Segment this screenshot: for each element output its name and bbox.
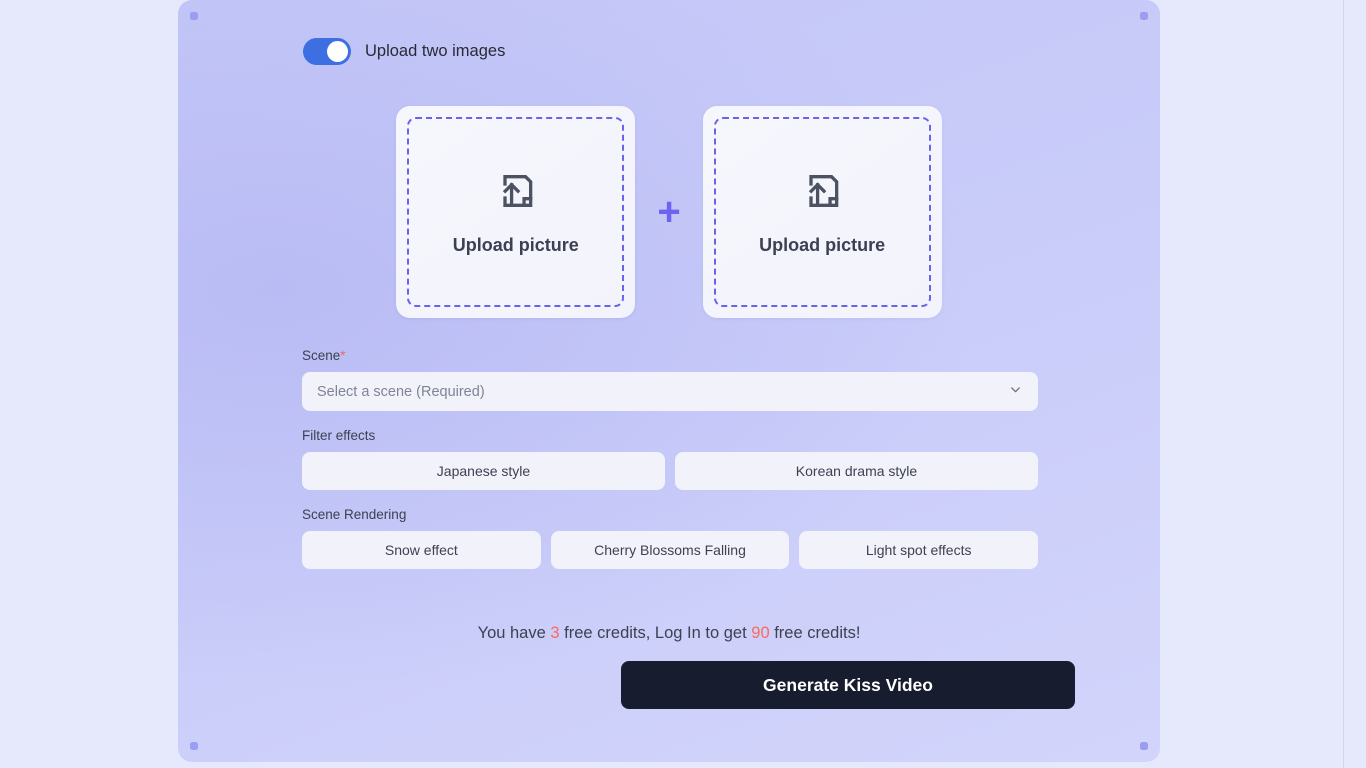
filter-effect-japanese-style[interactable]: Japanese style	[302, 452, 665, 490]
upload-dropzone-second[interactable]: Upload picture	[713, 117, 931, 307]
corner-dot-bottom-left	[190, 742, 198, 750]
upload-two-images-toggle[interactable]	[303, 38, 351, 65]
upload-card-label: Upload picture	[452, 234, 579, 255]
corner-dot-bottom-right	[1140, 742, 1148, 750]
upload-mode-toggle-row: Upload two images	[303, 38, 505, 65]
scene-rendering-cherry-blossoms-falling[interactable]: Cherry Blossoms Falling	[550, 531, 790, 569]
scene-field-label: Scene*	[302, 348, 1038, 363]
toggle-knob	[327, 41, 348, 62]
filter-effects-label: Filter effects	[302, 428, 376, 443]
upload-card-second[interactable]: Upload picture	[702, 106, 942, 318]
chevron-down-icon	[1008, 382, 1023, 402]
corner-dot-top-right	[1140, 12, 1148, 20]
options-form: Scene* Select a scene (Required) Filter …	[302, 348, 1039, 569]
corner-dot-top-left	[190, 12, 198, 20]
upload-dropzone-first[interactable]: Upload picture	[407, 117, 625, 307]
filter-effect-korean-drama-style[interactable]: Korean drama style	[675, 452, 1038, 490]
credits-status-text: You have 3 free credits, Log In to get 9…	[178, 624, 1160, 643]
scene-rendering-label: Scene Rendering	[302, 507, 407, 522]
plus-icon: +	[657, 190, 681, 234]
scene-select-placeholder: Select a scene (Required)	[317, 383, 485, 400]
filter-effects-options: Japanese style Korean drama style	[302, 452, 1038, 490]
upload-card-label: Upload picture	[759, 234, 886, 255]
required-asterisk: *	[340, 348, 346, 363]
generate-kiss-video-button[interactable]: Generate Kiss Video	[621, 661, 1075, 709]
credits-prefix: You have	[477, 624, 551, 642]
scene-select[interactable]: Select a scene (Required)	[302, 372, 1038, 411]
upload-card-first[interactable]: Upload picture	[396, 106, 636, 318]
scene-rendering-light-spot-effects[interactable]: Light spot effects	[799, 531, 1039, 569]
credits-middle: free credits, Log In to get	[559, 624, 752, 642]
upload-area: Upload picture + Upload picture	[178, 106, 1160, 318]
generator-panel: Upload two images Upload picture + Uploa…	[178, 0, 1160, 762]
scene-rendering-snow-effect[interactable]: Snow effect	[302, 531, 541, 569]
credits-suffix: free credits!	[769, 624, 861, 642]
scene-rendering-options: Snow effect Cherry Blossoms Falling Ligh…	[302, 531, 1039, 569]
page-divider-line	[1343, 0, 1344, 768]
file-upload-icon	[800, 169, 844, 218]
toggle-label: Upload two images	[365, 42, 506, 60]
login-credits-count: 90	[751, 624, 770, 642]
scene-label-text: Scene	[302, 348, 341, 363]
free-credits-count: 3	[550, 624, 560, 642]
file-upload-icon	[494, 169, 538, 218]
